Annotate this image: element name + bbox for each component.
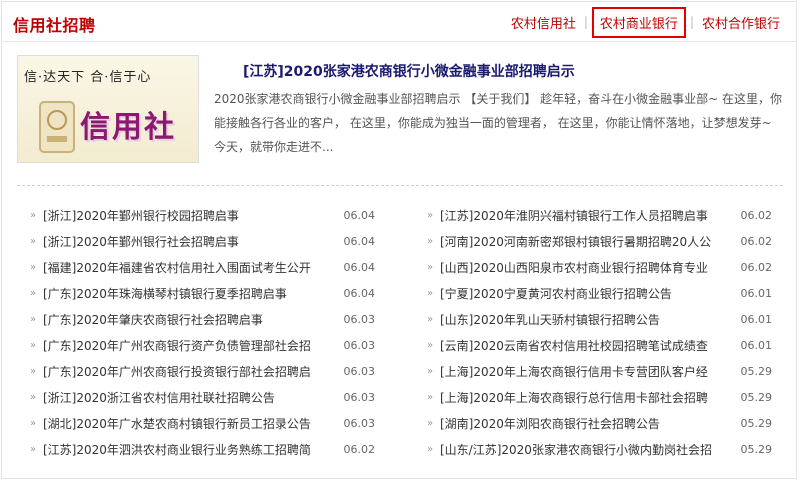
list-item[interactable]: » [广东]2020年肇庆农商银行社会招聘启事 06.03 [30,306,390,332]
bullet-icon: » [30,365,37,377]
bullet-icon: » [427,417,434,429]
bullet-icon: » [427,313,434,325]
list-item[interactable]: » [山东]2020年乳山天骄村镇银行招聘公告 06.01 [427,306,787,332]
tab-separator: | [583,15,588,29]
bullet-icon: » [30,391,37,403]
list-item-date: 06.01 [740,338,773,352]
list-item[interactable]: » [江苏]2020年泗洪农村商业银行业务熟练工招聘简 06.02 [30,436,390,462]
list-item-date: 05.29 [740,364,773,378]
list-item-title: [山东/江苏]2020张家港农商银行小微内勤岗社会招 [440,442,712,457]
bullet-icon: » [427,261,434,273]
list-item-title: [广东]2020年广州农商银行投资银行部社会招聘启 [43,364,311,379]
list-item-date: 05.29 [740,442,773,456]
list-item[interactable]: » [山东/江苏]2020张家港农商银行小微内勤岗社会招 05.29 [427,436,787,462]
list-item[interactable]: » [江苏]2020年淮阴兴福村镇银行工作人员招聘启事 06.02 [427,202,787,228]
bullet-icon: » [30,443,37,455]
list-item-title: [上海]2020年上海农商银行总行信用卡部社会招聘 [440,390,708,405]
bullet-icon: » [30,235,37,247]
emblem-icon [39,101,75,153]
list-item[interactable]: » [河南]2020河南新密郑银村镇银行暑期招聘20人公 06.02 [427,228,787,254]
list-item-date: 06.03 [343,364,376,378]
bullet-icon: » [427,209,434,221]
panel-title: 信用社招聘 [13,16,96,35]
bullet-icon: » [427,339,434,351]
list-item-title: [江苏]2020年淮阴兴福村镇银行工作人员招聘启事 [440,208,708,223]
list-item-title: [广东]2020年广州农商银行资产负债管理部社会招 [43,338,311,353]
bullet-icon: » [427,235,434,247]
bullet-icon: » [427,365,434,377]
list-item-date: 06.02 [343,442,376,456]
list-item[interactable]: » [浙江]2020年鄞州银行社会招聘启事 06.04 [30,228,390,254]
list-item-date: 06.02 [740,234,773,248]
tab-rural-credit-union[interactable]: 农村信用社 [505,11,582,34]
list-item-date: 06.03 [343,390,376,404]
list-item-date: 06.02 [740,260,773,274]
featured-description: 2020张家港农商银行小微金融事业部招聘启示 【关于我们】 趁年轻，奋斗在小微金… [214,92,783,154]
bullet-icon: » [427,391,434,403]
list-item-title: [上海]2020年上海农商银行信用卡专营团队客户经 [440,364,708,379]
bullet-icon: » [30,417,37,429]
list-item-date: 06.03 [343,338,376,352]
category-tabs: 农村信用社 | 农村商业银行 | 农村合作银行 [505,6,786,38]
list-item-date: 05.29 [740,390,773,404]
list-item-date: 06.01 [740,312,773,326]
list-item-title: [湖南]2020年浏阳农商银行社会招聘公告 [440,416,660,431]
list-item-title: [浙江]2020浙江省农村信用社联社招聘公告 [43,390,275,405]
credit-union-logo[interactable]: 信·达天下 合·信于心 信用社 [17,55,199,163]
list-item-date: 06.04 [343,208,376,222]
list-item-date: 06.04 [343,234,376,248]
list-item[interactable]: » [福建]2020年福建省农村信用社入围面试考生公开 06.04 [30,254,390,280]
bullet-icon: » [30,287,37,299]
list-item-title: [福建]2020年福建省农村信用社入围面试考生公开 [43,260,311,275]
list-item-date: 06.02 [740,208,773,222]
list-item-title: [宁夏]2020宁夏黄河农村商业银行招聘公告 [440,286,672,301]
list-item-date: 06.03 [343,416,376,430]
list-item-title: [湖北]2020年广水楚农商村镇银行新员工招录公告 [43,416,311,431]
bullet-icon: » [427,287,434,299]
tab-rural-cooperative-bank[interactable]: 农村合作银行 [696,11,786,34]
list-item-date: 06.04 [343,260,376,274]
job-list-right: » [江苏]2020年淮阴兴福村镇银行工作人员招聘启事 06.02 » [河南]202… [427,202,787,462]
list-item[interactable]: » [云南]2020云南省农村信用社校园招聘笔试成绩查 06.01 [427,332,787,358]
list-item-title: [广东]2020年肇庆农商银行社会招聘启事 [43,312,263,327]
bullet-icon: » [30,261,37,273]
bullet-icon: » [30,313,37,325]
list-item-title: [广东]2020年珠海横琴村镇银行夏季招聘启事 [43,286,287,301]
list-item[interactable]: » [上海]2020年上海农商银行信用卡专营团队客户经 05.29 [427,358,787,384]
bullet-icon: » [427,443,434,455]
list-item[interactable]: » [浙江]2020年鄞州银行校园招聘启事 06.04 [30,202,390,228]
list-item[interactable]: » [广东]2020年珠海横琴村镇银行夏季招聘启事 06.04 [30,280,390,306]
list-item-date: 05.29 [740,416,773,430]
list-item[interactable]: » [广东]2020年广州农商银行资产负债管理部社会招 06.03 [30,332,390,358]
bullet-icon: » [30,339,37,351]
list-item-date: 06.04 [343,286,376,300]
list-item[interactable]: » [上海]2020年上海农商银行总行信用卡部社会招聘 05.29 [427,384,787,410]
list-item-title: [山东]2020年乳山天骄村镇银行招聘公告 [440,312,660,327]
panel-header: 信用社招聘 农村信用社 | 农村商业银行 | 农村合作银行 [2,2,796,42]
featured-title-link[interactable]: [江苏]2020张家港农商银行小微金融事业部招聘启示 [243,61,575,81]
logo-main-text: 信用社 [80,110,176,145]
list-item-title: [山西]2020山西阳泉市农村商业银行招聘体育专业 [440,260,708,275]
list-item[interactable]: » [山西]2020山西阳泉市农村商业银行招聘体育专业 06.02 [427,254,787,280]
recruitment-panel: 信用社招聘 农村信用社 | 农村商业银行 | 农村合作银行 信·达天下 合·信于… [1,1,797,479]
section-divider [17,185,783,186]
list-item-date: 06.03 [343,312,376,326]
list-item-date: 06.01 [740,286,773,300]
list-item-title: [河南]2020河南新密郑银村镇银行暑期招聘20人公 [440,234,712,249]
list-item[interactable]: » [宁夏]2020宁夏黄河农村商业银行招聘公告 06.01 [427,280,787,306]
list-item-title: [江苏]2020年泗洪农村商业银行业务熟练工招聘简 [43,442,311,457]
tab-rural-commercial-bank[interactable]: 农村商业银行 [591,6,686,38]
list-item[interactable]: » [湖北]2020年广水楚农商村镇银行新员工招录公告 06.03 [30,410,390,436]
job-list-left: » [浙江]2020年鄞州银行校园招聘启事 06.04 » [浙江]2020年鄞州银行… [30,202,390,462]
list-item[interactable]: » [湖南]2020年浏阳农商银行社会招聘公告 05.29 [427,410,787,436]
tab-separator: | [689,15,694,29]
bullet-icon: » [30,209,37,221]
list-item[interactable]: » [浙江]2020浙江省农村信用社联社招聘公告 06.03 [30,384,390,410]
featured-article: 信·达天下 合·信于心 信用社 [江苏]2020张家港农商银行小微金融事业部招聘… [17,55,787,170]
logo-slogan: 信·达天下 合·信于心 [24,70,152,85]
list-item-title: [云南]2020云南省农村信用社校园招聘笔试成绩查 [440,338,708,353]
list-item[interactable]: » [广东]2020年广州农商银行投资银行部社会招聘启 06.03 [30,358,390,384]
list-item-title: [浙江]2020年鄞州银行社会招聘启事 [43,234,239,249]
list-item-title: [浙江]2020年鄞州银行校园招聘启事 [43,208,239,223]
